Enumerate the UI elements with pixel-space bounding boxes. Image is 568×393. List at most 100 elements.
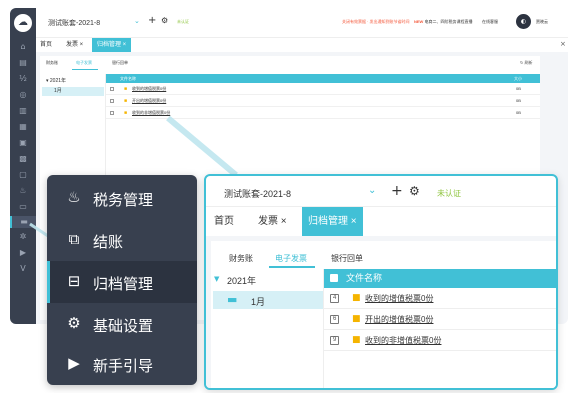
tab-archive-label: 归档管理	[97, 42, 122, 48]
file-name[interactable]: 开出的增值税票0份	[365, 309, 433, 330]
table-row[interactable]: 6 ■ 开出的增值税票0份	[324, 309, 556, 330]
wallet-icon[interactable]: ◎	[17, 90, 29, 100]
row-checkbox[interactable]	[110, 99, 114, 103]
file-name[interactable]: 收到的增值税票0份	[132, 83, 166, 95]
tab-home[interactable]: 首页	[214, 207, 234, 237]
refresh-button[interactable]: ↻ 刷新	[520, 60, 532, 66]
folder-icon: ■	[352, 335, 361, 345]
tab-archive-label: 归档管理	[308, 216, 348, 227]
side-menu-zoom: ♨ 税务管理 ⧉ 结账 ⊟ 归档管理 ⚙ 基础设置 ▶ 新手引导	[47, 175, 197, 385]
cert-status[interactable]: 未认证	[177, 19, 189, 25]
close-icon[interactable]: ×	[560, 40, 566, 48]
tab-archive[interactable]: 归档管理 ×	[302, 207, 363, 237]
menu-item-label: 归档管理	[93, 275, 154, 293]
table-header: 文件名称	[324, 269, 556, 288]
avatar[interactable]: ◐	[516, 14, 531, 29]
table-row[interactable]: ■ 收到的增值税票0份 0B	[106, 83, 540, 95]
gear-icon[interactable]: ⚙	[409, 184, 420, 198]
table-row[interactable]: 4 ■ 收到的增值税票0份	[324, 288, 556, 309]
vip-icon[interactable]: V	[17, 264, 29, 274]
caret-down-icon[interactable]: ▼	[214, 275, 219, 283]
table-row[interactable]: ■ 开出的增值税票0份 0B	[106, 95, 540, 107]
home-icon[interactable]: ⌂	[17, 42, 29, 52]
menu-item-tax[interactable]: ♨ 税务管理	[47, 177, 197, 219]
gear-icon[interactable]: ⚙	[161, 16, 168, 25]
tree-month-label: 1月	[251, 297, 266, 307]
menu-item-settings[interactable]: ⚙ 基础设置	[47, 303, 197, 345]
menu-item-guide[interactable]: ▶ 新手引导	[47, 343, 197, 385]
subtab-indicator	[269, 266, 315, 268]
invoice-icon[interactable]: ▣	[17, 138, 29, 148]
subtab-bank-receipt[interactable]: 银行回单	[331, 253, 363, 264]
asset-icon[interactable]: ▦	[17, 122, 29, 132]
subtab-indicator	[72, 69, 98, 70]
tax-icon: ♨	[67, 188, 81, 206]
folder-icon: ▬	[227, 293, 238, 306]
row-count-tag: 9	[333, 337, 337, 343]
settings-icon[interactable]: ✲	[17, 232, 29, 242]
file-name[interactable]: 收到的增值税票0份	[365, 288, 433, 309]
tree-year[interactable]: ▾ 2021年	[46, 77, 66, 84]
file-size: 0B	[516, 86, 521, 91]
subtab-ledger[interactable]: 财务账	[229, 253, 253, 264]
guide-icon[interactable]: ▶	[17, 248, 29, 258]
menu-item-checkout[interactable]: ⧉ 结账	[47, 219, 197, 261]
table-row[interactable]: ■ 收到的非增值税票0份 0B	[106, 107, 540, 119]
folder-tree: ▼ 2021年 ▬ 1月	[211, 269, 324, 388]
tab-invoice[interactable]: 发票 ×	[258, 207, 287, 237]
subtab-ledger[interactable]: 财务账	[46, 60, 58, 66]
row-checkbox[interactable]	[110, 111, 114, 115]
add-icon[interactable]: +	[391, 183, 403, 199]
folder-icon: ■	[124, 86, 128, 92]
menu-item-archive[interactable]: ⊟ 归档管理	[47, 261, 197, 303]
voucher-icon[interactable]: ▤	[17, 58, 29, 68]
folder-icon: ■	[352, 314, 361, 324]
zoom-tab-bar: 首页 发票 × 归档管理 ×	[206, 206, 556, 237]
file-size: 0B	[516, 98, 521, 103]
account-selector[interactable]: 测试账套-2021-8	[224, 187, 291, 200]
tab-archive[interactable]: 归档管理 ×	[92, 38, 132, 52]
promo-link-second[interactable]: NEW 电商二、四阶税务课程直播	[414, 19, 472, 25]
chevron-down-icon[interactable]: ⌄	[368, 185, 376, 196]
subtab-einvoice[interactable]: 电子发票	[76, 60, 92, 66]
header-size: 大小	[514, 76, 522, 81]
tree-month[interactable]: ▬ 1月	[213, 291, 323, 309]
file-name[interactable]: 开出的增值税票0份	[132, 95, 166, 107]
tab-home[interactable]: 首页	[40, 38, 52, 52]
archive-card: 财务账 电子发票 银行回单 ▼ 2021年 ▬ 1月 文件名称 4 ■ 收到的增…	[211, 241, 556, 388]
user-name[interactable]: 贾晓云	[536, 19, 548, 25]
file-size: 0B	[516, 110, 521, 115]
subtab-einvoice[interactable]: 电子发票	[275, 253, 307, 264]
row-count-tag: 4	[333, 295, 337, 301]
subtab-bank-receipt[interactable]: 银行回单	[112, 60, 128, 66]
ledger-icon[interactable]: ½	[17, 74, 29, 84]
menu-item-label: 新手引导	[93, 357, 154, 375]
inventory-icon[interactable]: ▢	[17, 170, 29, 180]
cert-status[interactable]: 未认证	[437, 188, 461, 199]
stage: ☁ ⌂ ▤ ½ ◎ ▥ ▦ ▣ ▩ ▢ ♨ ▭ ▬ ✲ ▶ V 测试账套-202…	[0, 0, 568, 393]
account-selector[interactable]: 测试账套-2021-8	[48, 18, 100, 28]
archive-icon[interactable]: ▬	[10, 216, 36, 228]
report-icon[interactable]: ▥	[17, 106, 29, 116]
tree-month[interactable]: 1月	[42, 87, 104, 96]
add-icon[interactable]: +	[148, 15, 156, 26]
file-table: 文件名称 大小 ■ 收到的增值税票0份 0B ■ 开出的增值税票0份 0B ■ …	[106, 74, 540, 119]
tax-icon[interactable]: ♨	[17, 186, 29, 196]
checkout-icon: ⧉	[68, 230, 80, 248]
archive-icon: ⊟	[67, 272, 81, 290]
guide-icon: ▶	[68, 354, 80, 372]
chevron-down-icon[interactable]: ⌄	[134, 17, 140, 25]
promo-link-first[interactable]: 关闭有效票据 · 发出通知到账节省时间	[342, 19, 410, 25]
tree-year[interactable]: 2021年	[227, 274, 256, 287]
online-service-link[interactable]: 在线客服	[482, 19, 498, 25]
payroll-icon[interactable]: ▩	[17, 154, 29, 164]
settings-icon: ⚙	[67, 314, 81, 332]
file-name[interactable]: 收到的非增值税票0份	[365, 330, 441, 351]
table-row[interactable]: 9 ■ 收到的非增值税票0份	[324, 330, 556, 351]
row-checkbox[interactable]	[110, 87, 114, 91]
select-all-checkbox[interactable]	[330, 274, 338, 282]
tab-invoice[interactable]: 发票 ×	[66, 38, 83, 52]
file-name[interactable]: 收到的非增值税票0份	[132, 107, 170, 119]
refresh-label: 刷新	[524, 60, 533, 65]
checkout-icon[interactable]: ▭	[17, 202, 29, 212]
